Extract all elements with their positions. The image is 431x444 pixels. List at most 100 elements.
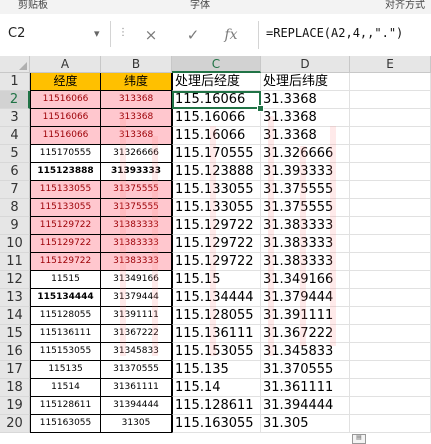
cell-b[interactable]: 31361111 [101,379,172,397]
cell-c[interactable]: 115.16066 [172,127,261,145]
row-header-17[interactable]: 17 [0,361,30,379]
cell-e[interactable] [350,415,431,433]
cell-a[interactable]: 115129722 [30,235,101,253]
row-header-15[interactable]: 15 [0,325,30,343]
cell-e[interactable] [350,199,431,217]
cell-c[interactable]: 115.170555 [172,145,261,163]
cell-c[interactable]: 115.129722 [172,217,261,235]
cell-d[interactable]: 31.305 [261,415,350,433]
cell-e[interactable] [350,379,431,397]
cell-a[interactable]: 115136111 [30,325,101,343]
cell-d[interactable]: 31.349166 [261,271,350,289]
cell-d[interactable]: 31.393333 [261,163,350,181]
cell-c[interactable]: 115.133055 [172,181,261,199]
cell-e[interactable] [350,235,431,253]
cell-d[interactable]: 31.375555 [261,181,350,199]
cell-a[interactable]: 11516066 [30,91,101,109]
cell-c[interactable]: 115.123888 [172,163,261,181]
cell-c[interactable]: 115.135 [172,361,261,379]
cell-c[interactable]: 115.134444 [172,289,261,307]
formula-input[interactable]: =REPLACE(A2,4,,".") [266,26,403,40]
cell-b[interactable]: 31394444 [101,397,172,415]
row-header-8[interactable]: 8 [0,199,30,217]
cell-b[interactable]: 313368 [101,127,172,145]
cell-d[interactable]: 31.326666 [261,145,350,163]
cell-c[interactable]: 115.129722 [172,253,261,271]
row-header-14[interactable]: 14 [0,307,30,325]
row-header-10[interactable]: 10 [0,235,30,253]
cell-a[interactable]: 115133055 [30,181,101,199]
row-header-1[interactable]: 1 [0,73,30,91]
cell-d[interactable]: 31.394444 [261,397,350,415]
cell-e[interactable] [350,343,431,361]
row-header-3[interactable]: 3 [0,109,30,127]
header-cell-c[interactable]: 处理后经度 [172,73,261,91]
row-header-9[interactable]: 9 [0,217,30,235]
cell-c[interactable]: 115.128055 [172,307,261,325]
cell-d[interactable]: 31.375555 [261,199,350,217]
cell-c[interactable]: 115.16066 [172,91,261,109]
cell-b[interactable]: 31349166 [101,271,172,289]
cell-d[interactable]: 31.345833 [261,343,350,361]
column-header-a[interactable]: A [30,56,101,73]
cell-d[interactable]: 31.379444 [261,289,350,307]
row-header-12[interactable]: 12 [0,271,30,289]
row-header-18[interactable]: 18 [0,379,30,397]
cell-d[interactable]: 31.370555 [261,361,350,379]
cell-a[interactable]: 115153055 [30,343,101,361]
cell-b[interactable]: 31375555 [101,199,172,217]
column-header-d[interactable]: D [261,56,350,73]
name-box[interactable]: C2 ▾ [0,21,111,47]
cell-a[interactable]: 115123888 [30,163,101,181]
cell-e[interactable] [350,127,431,145]
cell-a[interactable]: 11515 [30,271,101,289]
cell-e[interactable] [350,181,431,199]
cell-b[interactable]: 31383333 [101,253,172,271]
cell-a[interactable]: 115129722 [30,217,101,235]
row-header-2[interactable]: 2 [0,91,30,109]
cell-d[interactable]: 31.383333 [261,235,350,253]
cell-e[interactable] [350,163,431,181]
row-header-20[interactable]: 20 [0,415,30,433]
fill-handle[interactable] [257,105,264,112]
row-header-16[interactable]: 16 [0,343,30,361]
cell-d[interactable]: 31.383333 [261,217,350,235]
cell-b[interactable]: 31375555 [101,181,172,199]
select-all-button[interactable] [0,56,30,73]
column-header-b[interactable]: B [101,56,172,73]
cell-a[interactable]: 115170555 [30,145,101,163]
cell-c[interactable]: 115.128611 [172,397,261,415]
cell-c[interactable]: 115.133055 [172,199,261,217]
cell-e[interactable] [350,307,431,325]
cell-b[interactable]: 31383333 [101,217,172,235]
cell-b[interactable]: 31367222 [101,325,172,343]
cell-e[interactable] [350,91,431,109]
cell-a[interactable]: 115135 [30,361,101,379]
cell-e[interactable] [350,397,431,415]
cell-e[interactable] [350,217,431,235]
header-cell-b[interactable]: 纬度 [101,73,172,91]
cell-e[interactable] [350,145,431,163]
chevron-down-icon[interactable]: ▾ [94,27,100,40]
cancel-icon[interactable]: × [140,24,162,46]
cell-b[interactable]: 31391111 [101,307,172,325]
cell-e[interactable] [350,325,431,343]
quick-analysis-icon[interactable]: ▤ [352,434,366,444]
cell-a[interactable]: 115134444 [30,289,101,307]
cell-b[interactable]: 31370555 [101,361,172,379]
cell-d[interactable]: 31.383333 [261,253,350,271]
row-header-11[interactable]: 11 [0,253,30,271]
cell-b[interactable]: 313368 [101,109,172,127]
cell-b[interactable]: 31379444 [101,289,172,307]
column-header-e[interactable]: E [350,56,431,73]
cell-e[interactable] [350,253,431,271]
row-header-4[interactable]: 4 [0,127,30,145]
cell-a[interactable]: 115128611 [30,397,101,415]
insert-function-icon[interactable]: fx [220,24,242,46]
cell-e[interactable] [350,109,431,127]
cell-d[interactable]: 31.3368 [261,109,350,127]
cell-a[interactable]: 115129722 [30,253,101,271]
cell-c[interactable]: 115.153055 [172,343,261,361]
cell-c[interactable]: 115.136111 [172,325,261,343]
row-header-5[interactable]: 5 [0,145,30,163]
